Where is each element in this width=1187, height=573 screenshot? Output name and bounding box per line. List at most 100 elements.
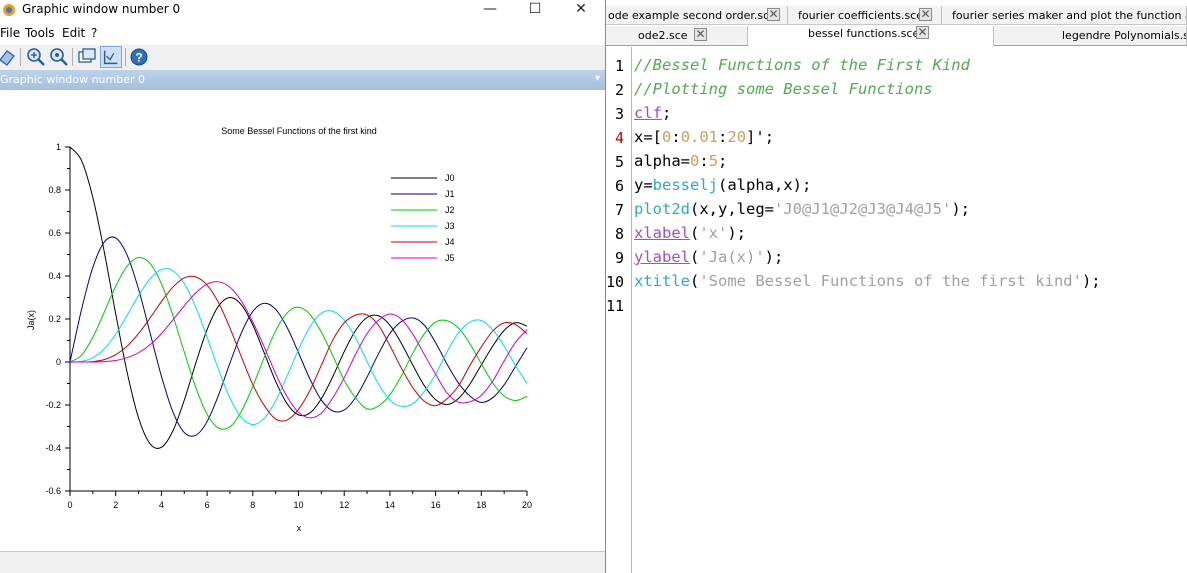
legend-label-j1: J1 (445, 189, 455, 199)
graphic-window: Graphic window number 0 — ☐ ✕ File Tools… (0, 0, 606, 573)
code-token: 5 (708, 152, 719, 170)
code-line[interactable]: plot2d(x,y,leg='J0@J1@J2@J3@J4@J5'); (634, 200, 970, 218)
legend-label-j3: J3 (445, 221, 455, 231)
series-line-j2 (69, 256, 528, 430)
line-number: 1 (614, 57, 624, 75)
line-number: 5 (614, 153, 624, 171)
x-tick-label: 10 (293, 500, 303, 510)
code-token: ylabel (634, 248, 690, 266)
line-number: 11 (606, 297, 625, 315)
code-token: ( (690, 272, 700, 290)
code-line[interactable]: y=besselj(alpha,x); (634, 176, 811, 194)
x-tick-label: 18 (476, 500, 486, 510)
code-token: 'J0@J1@J2@J3@J4@J5' (774, 200, 952, 218)
tab-bessel-functions[interactable]: bessel functions.sce ✕ (748, 26, 994, 46)
tab-legendre-polynomials[interactable]: legendre Polynomials.sce (994, 26, 1187, 45)
x-tick-label: 0 (67, 500, 72, 510)
code-token: : (699, 152, 709, 170)
tab-label: legendre Polynomials.sce (1062, 29, 1186, 42)
line-number: 6 (614, 177, 624, 195)
tab-fourier-series-maker[interactable]: fourier series maker and plot the functi… (942, 6, 1187, 25)
line-number: 7 (614, 201, 624, 219)
tab-close-icon[interactable]: ✕ (916, 26, 929, 39)
menu-tools[interactable]: Tools (25, 26, 55, 40)
tab-close-icon[interactable]: ✕ (694, 28, 707, 41)
tab-fourier-coefficients[interactable]: fourier coefficients.sce ✕ (788, 6, 942, 25)
series-line-j1 (69, 236, 528, 437)
chart-title: Some Bessel Functions of the first kind (221, 126, 377, 136)
menu-file[interactable]: File (0, 26, 20, 40)
dock-titlebar[interactable]: Graphic window number 0 ▾ (0, 70, 605, 90)
code-token: clf (634, 104, 662, 122)
menubar: File Tools Edit ? (0, 24, 605, 43)
code-token: xtitle (634, 272, 690, 290)
x-axis-label: x (297, 523, 302, 533)
code-token: plot2d (634, 200, 690, 218)
undock-icon[interactable]: ▾ (595, 73, 600, 84)
y-tick-label: 0.8 (48, 185, 61, 195)
x-tick-label: 12 (339, 500, 349, 510)
tab-ode2[interactable]: ode2.sce ✕ (606, 26, 748, 45)
code-line[interactable]: //Plotting some Bessel Functions (634, 80, 933, 98)
series-line-j0 (69, 146, 528, 449)
menu-help[interactable]: ? (91, 26, 97, 40)
legend: J0 J1 J2 J3 J4 J5 (391, 173, 455, 263)
code-line[interactable]: xtitle('Some Bessel Functions of the fir… (634, 272, 1101, 290)
y-tick-label: 0.2 (48, 314, 61, 324)
edit-axes-icon[interactable] (100, 46, 122, 68)
code-token: ( (690, 248, 700, 266)
code-line[interactable]: //Bessel Functions of the First Kind (634, 56, 970, 74)
code-token: (x,y,leg= (690, 200, 774, 218)
close-button[interactable]: ✕ (558, 0, 604, 20)
datatip-icon[interactable] (76, 46, 98, 68)
line-number: 8 (614, 225, 624, 243)
code-token: ( (690, 224, 700, 242)
tab-label: ode2.sce (638, 29, 688, 42)
code-token: 0 (662, 128, 672, 146)
y-tick-label: 0 (56, 357, 61, 367)
code-line[interactable]: clf; (634, 104, 671, 122)
toolbar: ? (0, 45, 605, 70)
menu-edit[interactable]: Edit (62, 26, 85, 40)
zoom-in-icon[interactable] (25, 46, 47, 68)
code-line[interactable]: x=[0:0.01:20]'; (634, 128, 774, 146)
legend-label-j0: J0 (445, 173, 455, 183)
code-token: 0 (690, 152, 700, 170)
line-number: 9 (614, 249, 624, 267)
tab-close-icon[interactable]: ✕ (919, 8, 932, 21)
code-token: 'Ja(x)' (699, 248, 765, 266)
window-title: Graphic window number 0 (22, 2, 181, 16)
code-line[interactable]: alpha=0:5; (634, 152, 727, 170)
scilab-app-icon (3, 4, 15, 16)
tab-ode-example[interactable]: ode example second order.sce ✕ (606, 6, 788, 25)
code-token: : (718, 128, 728, 146)
series-lines (69, 146, 528, 449)
window-titlebar[interactable]: Graphic window number 0 — ☐ ✕ (0, 0, 605, 20)
code-token: : (671, 128, 681, 146)
y-axis-label: Ja(x) (26, 310, 36, 330)
x-tick-label: 4 (159, 500, 164, 510)
x-tick-label: 6 (205, 500, 210, 510)
dock-title: Graphic window number 0 (0, 73, 145, 86)
code-token: 0.01 (680, 128, 719, 146)
minimize-button[interactable]: — (467, 0, 513, 20)
tab-label: fourier coefficients.sce (798, 9, 924, 22)
rotate-icon[interactable] (0, 46, 18, 68)
x-tick-label: 20 (522, 500, 532, 510)
plot-canvas[interactable]: Some Bessel Functions of the first kind … (0, 90, 606, 551)
code-token: 'Some Bessel Functions of the first kind… (699, 272, 1082, 290)
maximize-button[interactable]: ☐ (512, 0, 558, 20)
code-line[interactable]: xlabel('x'); (634, 224, 746, 242)
zoom-out-icon[interactable] (48, 46, 70, 68)
tab-close-icon[interactable]: ✕ (767, 8, 780, 21)
scinotes-editor: ode example second order.sce ✕ fourier c… (606, 0, 1187, 573)
code-line[interactable]: ylabel('Ja(x)'); (634, 248, 783, 266)
x-tick-label: 14 (385, 500, 395, 510)
y-tick-label: 1 (56, 142, 61, 152)
help-icon[interactable]: ? (128, 46, 150, 68)
toolbar-separator (20, 48, 21, 66)
y-tick-label: -0.6 (45, 486, 61, 496)
y-tick-label: 0.4 (48, 271, 61, 281)
code-token: ; (662, 104, 672, 122)
code-token: (alpha,x); (718, 176, 812, 194)
